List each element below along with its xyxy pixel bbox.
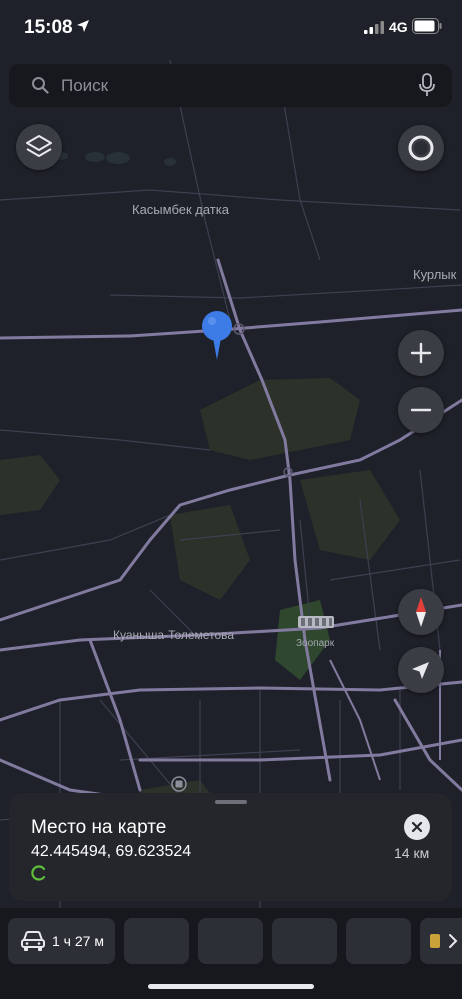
chevron-right-icon (449, 934, 458, 948)
layers-button[interactable] (16, 124, 62, 170)
search-input[interactable]: Поиск (61, 76, 108, 96)
loading-spinner-icon (31, 865, 46, 881)
place-distance: 14 км (394, 845, 430, 861)
zoo-icon (298, 616, 334, 628)
search-bar[interactable]: Поиск (9, 64, 452, 107)
place-card[interactable]: Место на карте 42.445494, 69.623524 14 к… (9, 793, 452, 901)
zoom-out-button[interactable] (398, 387, 444, 433)
route-tab-placeholder[interactable] (272, 918, 337, 964)
cellular-signal-icon (364, 21, 384, 34)
route-tab-more[interactable] (420, 918, 462, 964)
compass-icon (416, 597, 426, 627)
microphone-icon[interactable] (418, 73, 436, 97)
status-bar: 15:08 4G (0, 0, 462, 56)
location-ring-icon (408, 135, 434, 161)
layers-icon (26, 135, 52, 157)
close-icon (411, 821, 423, 833)
home-indicator[interactable] (148, 984, 314, 989)
map-label-zoo: Зоопарк (296, 638, 335, 649)
network-type: 4G (389, 19, 408, 35)
zoom-in-button[interactable] (398, 330, 444, 376)
route-car-time: 1 ч 27 м (52, 933, 104, 949)
place-coordinates: 42.445494, 69.623524 (31, 843, 192, 860)
route-tab-car[interactable]: 1 ч 27 м (8, 918, 115, 964)
route-tab-placeholder[interactable] (198, 918, 263, 964)
sheet-grabber[interactable] (215, 800, 247, 804)
route-tab-placeholder[interactable] (346, 918, 411, 964)
location-ring-button[interactable] (398, 125, 444, 171)
my-location-button[interactable] (398, 647, 444, 693)
car-icon (21, 931, 45, 951)
plus-icon (410, 342, 432, 364)
battery-icon (412, 18, 442, 34)
route-tab-placeholder[interactable] (124, 918, 189, 964)
taxi-icon (430, 934, 440, 948)
map-label-street: Куанышa-Толеметова (113, 628, 235, 642)
map-label-kasymbek: Касымбек датка (132, 202, 229, 217)
map-label-kurlyk: Курлык (413, 267, 457, 282)
location-arrow-icon (77, 20, 89, 32)
location-pin-icon[interactable] (200, 310, 234, 362)
place-title: Место на карте (31, 817, 167, 838)
close-button[interactable] (404, 814, 430, 840)
minus-icon (410, 408, 432, 412)
search-icon (32, 77, 49, 94)
navigation-arrow-icon (412, 662, 429, 679)
route-options-bar: 1 ч 27 м (0, 908, 462, 999)
status-time: 15:08 (24, 17, 73, 38)
compass-button[interactable] (398, 589, 444, 635)
